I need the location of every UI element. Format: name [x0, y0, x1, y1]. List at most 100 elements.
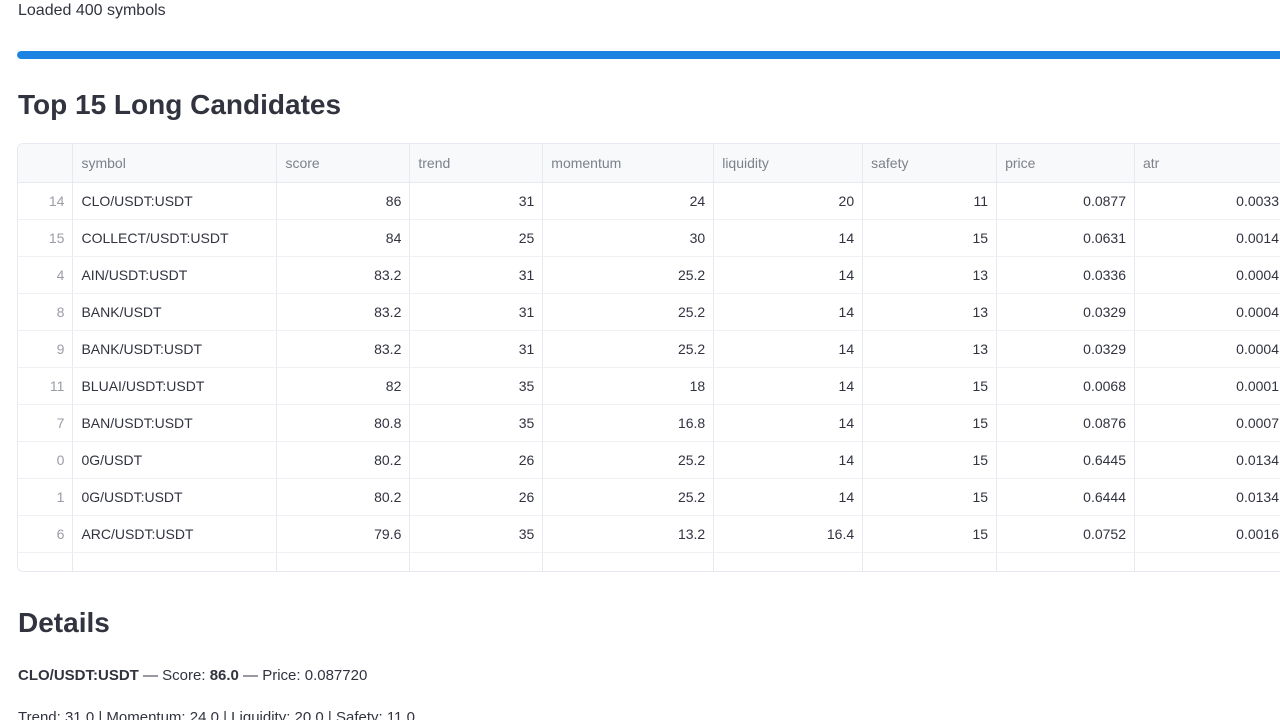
symbol-cell[interactable]: 0G/USDT — [72, 441, 278, 479]
partial-cell[interactable] — [862, 552, 998, 571]
trend-cell[interactable]: 35 — [409, 404, 544, 442]
row-index-cell[interactable]: 9 — [18, 330, 74, 368]
trend-cell[interactable]: 35 — [409, 367, 544, 405]
candidates-table[interactable]: symbol score trend momentum liquidity safety p… — [17, 143, 1280, 572]
price-cell[interactable]: 0.0877 — [996, 182, 1135, 220]
momentum-cell[interactable]: 18 — [542, 367, 715, 405]
safety-cell[interactable]: 13 — [862, 256, 998, 294]
column-header-atr[interactable]: atr — [1134, 144, 1280, 183]
trend-cell[interactable]: 31 — [409, 293, 544, 331]
column-header-liquidity[interactable]: liquidity — [713, 144, 864, 183]
partial-cell[interactable] — [409, 552, 544, 571]
trend-cell[interactable]: 26 — [409, 478, 544, 516]
trend-cell[interactable]: 31 — [409, 182, 544, 220]
table-row[interactable]: 4 AIN/USDT:USDT 83.2 31 25.2 14 13 0.0336 0.0004 — [18, 256, 1280, 294]
table-row[interactable]: 14 CLO/USDT:USDT 86 31 24 20 11 0.0877 0.0033 — [18, 182, 1280, 220]
partial-cell[interactable] — [276, 552, 411, 571]
safety-cell[interactable]: 13 — [862, 330, 998, 368]
table-row[interactable]: 6 ARC/USDT:USDT 79.6 35 13.2 16.4 15 0.0752 0.00… — [18, 515, 1280, 553]
partial-cell[interactable] — [713, 552, 864, 571]
liquidity-cell[interactable]: 14 — [713, 256, 864, 294]
atr-cell[interactable]: 0.0134 — [1134, 441, 1280, 479]
row-index-cell[interactable]: 4 — [18, 256, 74, 294]
score-cell[interactable]: 86 — [276, 182, 411, 220]
trend-cell[interactable]: 25 — [409, 219, 544, 257]
safety-cell[interactable]: 11 — [862, 182, 998, 220]
safety-cell[interactable]: 15 — [862, 219, 998, 257]
table-row[interactable]: 0 0G/USDT 80.2 26 25.2 14 15 0.6445 0.0134 — [18, 441, 1280, 479]
price-cell[interactable]: 0.0876 — [996, 404, 1135, 442]
liquidity-cell[interactable]: 14 — [713, 219, 864, 257]
momentum-cell[interactable]: 13.2 — [542, 515, 715, 553]
liquidity-cell[interactable]: 20 — [713, 182, 864, 220]
column-header-momentum[interactable]: momentum — [542, 144, 715, 183]
symbol-cell[interactable]: COLLECT/USDT:USDT — [72, 219, 278, 257]
atr-cell[interactable]: 0.0004 — [1134, 293, 1280, 331]
atr-cell[interactable]: 0.0001 — [1134, 367, 1280, 405]
safety-cell[interactable]: 15 — [862, 404, 998, 442]
table-row[interactable]: 7 BAN/USDT:USDT 80.8 35 16.8 14 15 0.0876 0.0007 — [18, 404, 1280, 442]
score-cell[interactable]: 80.2 — [276, 478, 411, 516]
score-cell[interactable]: 83.2 — [276, 330, 411, 368]
row-index-cell[interactable]: 7 — [18, 404, 74, 442]
partial-cell[interactable] — [72, 552, 278, 571]
score-cell[interactable]: 84 — [276, 219, 411, 257]
table-row[interactable]: 1 0G/USDT:USDT 80.2 26 25.2 14 15 0.6444 0.0134 — [18, 478, 1280, 516]
liquidity-cell[interactable]: 14 — [713, 478, 864, 516]
score-cell[interactable]: 79.6 — [276, 515, 411, 553]
trend-cell[interactable]: 31 — [409, 256, 544, 294]
column-header-index[interactable] — [18, 144, 74, 183]
table-row[interactable]: 15 COLLECT/USDT:USDT 84 25 30 14 15 0.0631 0.001… — [18, 219, 1280, 257]
momentum-cell[interactable]: 30 — [542, 219, 715, 257]
liquidity-cell[interactable]: 16.4 — [713, 515, 864, 553]
atr-cell[interactable]: 0.0033 — [1134, 182, 1280, 220]
column-header-score[interactable]: score — [276, 144, 411, 183]
price-cell[interactable]: 0.6445 — [996, 441, 1135, 479]
row-index-cell[interactable]: 15 — [18, 219, 74, 257]
price-cell[interactable]: 0.6444 — [996, 478, 1135, 516]
partial-cell[interactable] — [542, 552, 715, 571]
price-cell[interactable]: 0.0329 — [996, 330, 1135, 368]
safety-cell[interactable]: 15 — [862, 515, 998, 553]
symbol-cell[interactable]: BAN/USDT:USDT — [72, 404, 278, 442]
symbol-cell[interactable]: BANK/USDT — [72, 293, 278, 331]
price-cell[interactable]: 0.0752 — [996, 515, 1135, 553]
column-header-symbol[interactable]: symbol — [72, 144, 278, 183]
row-index-cell[interactable]: 0 — [18, 441, 74, 479]
atr-cell[interactable]: 0.0134 — [1134, 478, 1280, 516]
atr-cell[interactable]: 0.0007 — [1134, 404, 1280, 442]
score-cell[interactable]: 80.2 — [276, 441, 411, 479]
partial-cell[interactable] — [1134, 552, 1280, 571]
column-header-trend[interactable]: trend — [409, 144, 544, 183]
safety-cell[interactable]: 15 — [862, 367, 998, 405]
liquidity-cell[interactable]: 14 — [713, 441, 864, 479]
row-index-cell[interactable]: 1 — [18, 478, 74, 516]
table-row[interactable]: 9 BANK/USDT:USDT 83.2 31 25.2 14 13 0.0329 0.000… — [18, 330, 1280, 368]
liquidity-cell[interactable]: 14 — [713, 367, 864, 405]
table-row[interactable]: 8 BANK/USDT 83.2 31 25.2 14 13 0.0329 0.0004 — [18, 293, 1280, 331]
price-cell[interactable]: 0.0336 — [996, 256, 1135, 294]
liquidity-cell[interactable]: 14 — [713, 330, 864, 368]
atr-cell[interactable]: 0.0004 — [1134, 256, 1280, 294]
partial-cell[interactable] — [18, 552, 74, 571]
momentum-cell[interactable]: 25.2 — [542, 293, 715, 331]
table-row[interactable]: 11 BLUAI/USDT:USDT 82 35 18 14 15 0.0068 0.0001 — [18, 367, 1280, 405]
safety-cell[interactable]: 13 — [862, 293, 998, 331]
atr-cell[interactable]: 0.0004 — [1134, 330, 1280, 368]
symbol-cell[interactable]: 0G/USDT:USDT — [72, 478, 278, 516]
safety-cell[interactable]: 15 — [862, 478, 998, 516]
trend-cell[interactable]: 31 — [409, 330, 544, 368]
safety-cell[interactable]: 15 — [862, 441, 998, 479]
momentum-cell[interactable]: 25.2 — [542, 256, 715, 294]
trend-cell[interactable]: 26 — [409, 441, 544, 479]
momentum-cell[interactable]: 25.2 — [542, 330, 715, 368]
row-index-cell[interactable]: 14 — [18, 182, 74, 220]
symbol-cell[interactable]: AIN/USDT:USDT — [72, 256, 278, 294]
price-cell[interactable]: 0.0068 — [996, 367, 1135, 405]
score-cell[interactable]: 80.8 — [276, 404, 411, 442]
symbol-cell[interactable]: CLO/USDT:USDT — [72, 182, 278, 220]
price-cell[interactable]: 0.0631 — [996, 219, 1135, 257]
liquidity-cell[interactable]: 14 — [713, 293, 864, 331]
partial-cell[interactable] — [996, 552, 1135, 571]
score-cell[interactable]: 83.2 — [276, 256, 411, 294]
